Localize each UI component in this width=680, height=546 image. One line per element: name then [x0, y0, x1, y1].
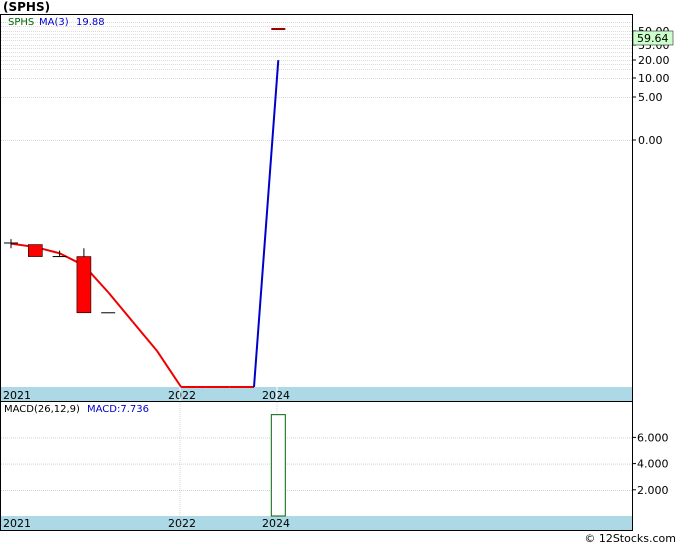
- price-panel-frame: [0, 14, 633, 402]
- legend-symbol: SPHS: [8, 17, 34, 28]
- macd-panel-frame: [0, 401, 633, 531]
- price-y-tick-label: 10.00: [638, 72, 670, 85]
- x-axis-label: 2021: [3, 389, 31, 402]
- x-axis-label: 2022: [168, 517, 196, 530]
- chart-canvas: 50.0035.0020.0010.005.000.00 20212021202…: [0, 14, 674, 531]
- x-axis-label: 2022: [168, 389, 196, 402]
- price-y-tick-label: 0.00: [638, 134, 663, 147]
- legend-ma-label: MA(3): [39, 17, 69, 28]
- price-y-tick-label: 5.00: [638, 91, 663, 104]
- price-x-axis-band: [1, 387, 632, 401]
- price-y-tick-label: 20.00: [638, 54, 670, 67]
- x-axis-label: 2021: [3, 517, 31, 530]
- macd-y-tick-label: 6.000: [637, 431, 669, 444]
- macd-legend-label: MACD(26,12,9): [4, 404, 80, 415]
- x-axis-label: 2024: [262, 517, 290, 530]
- candle-body: [27, 244, 43, 257]
- candle-body: [76, 256, 92, 314]
- macd-y-tick-label: 2.000: [637, 484, 669, 497]
- macd-bar: [270, 414, 286, 517]
- macd-y-tick-label: 4.000: [637, 458, 669, 471]
- macd-x-axis-band: [1, 516, 632, 530]
- footer-credit: © 12Stocks.com: [584, 532, 676, 545]
- x-axis-label: 2024: [262, 389, 290, 402]
- legend-ma-value: 19.88: [76, 17, 105, 28]
- current-price-label: 59.64: [637, 32, 669, 45]
- macd-bars: [270, 414, 286, 517]
- macd-legend-value: MACD:7.736: [87, 404, 149, 415]
